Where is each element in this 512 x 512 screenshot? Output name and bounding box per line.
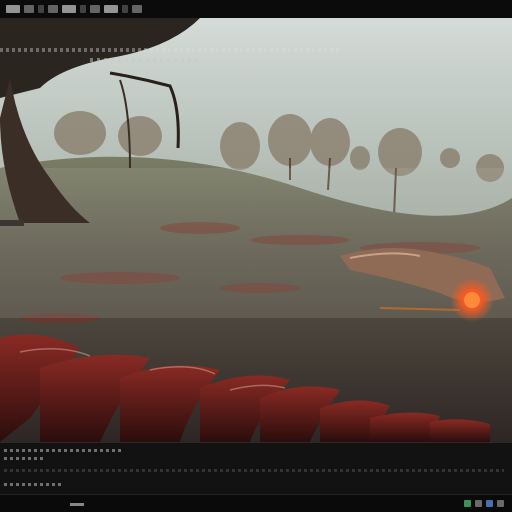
toolbar-icon[interactable] bbox=[38, 5, 44, 13]
toolbar-icon[interactable] bbox=[122, 5, 128, 13]
system-tray bbox=[464, 500, 504, 507]
console-line bbox=[4, 483, 64, 486]
notification-icon[interactable] bbox=[497, 500, 504, 507]
game-scene bbox=[0, 18, 512, 442]
title-bar bbox=[0, 0, 512, 18]
bench bbox=[0, 220, 24, 226]
toolbar-icon[interactable] bbox=[132, 5, 142, 13]
console-line bbox=[4, 469, 504, 472]
toolbar-icons bbox=[6, 4, 142, 14]
battery-icon[interactable] bbox=[486, 500, 493, 507]
toolbar-icon[interactable] bbox=[80, 5, 86, 13]
game-window bbox=[0, 0, 512, 512]
app-icon[interactable] bbox=[6, 5, 20, 13]
toolbar-icon[interactable] bbox=[104, 5, 118, 13]
console-panel bbox=[0, 442, 512, 495]
menu-icon[interactable] bbox=[24, 5, 34, 13]
volume-icon[interactable] bbox=[475, 500, 482, 507]
taskbar bbox=[0, 494, 512, 512]
console-line bbox=[4, 457, 44, 460]
network-icon[interactable] bbox=[464, 500, 471, 507]
hud-text-line bbox=[0, 48, 340, 52]
game-viewport[interactable] bbox=[0, 18, 512, 442]
hud-text-line bbox=[90, 58, 200, 62]
toolbar-icon[interactable] bbox=[62, 5, 76, 13]
console-line bbox=[4, 449, 124, 452]
toolbar-icon[interactable] bbox=[48, 5, 58, 13]
fog bbox=[0, 168, 512, 318]
toolbar-icon[interactable] bbox=[90, 5, 100, 13]
taskbar-item[interactable] bbox=[70, 503, 84, 506]
